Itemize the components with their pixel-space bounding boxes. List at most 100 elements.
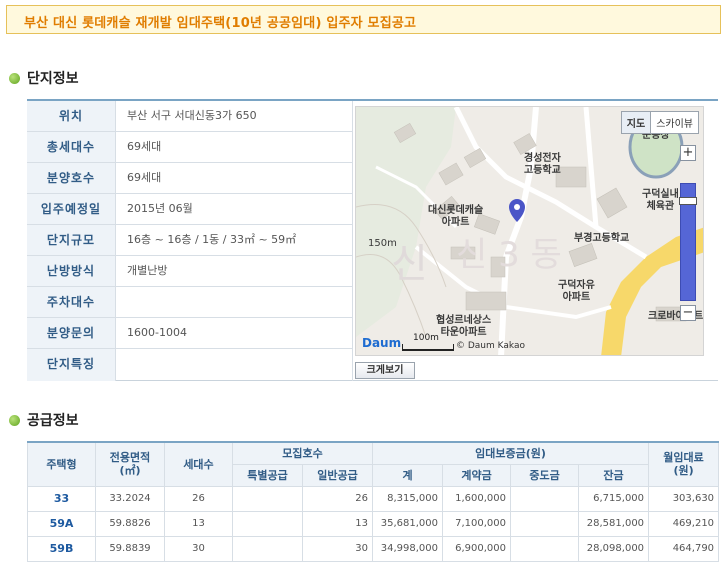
section-complex-header: 단지정보: [9, 68, 79, 88]
col-header-general: 일반공급: [301, 463, 374, 487]
cell-middle: [510, 535, 580, 562]
cell-balance: 6,715,000: [578, 485, 650, 512]
cell-type[interactable]: 59B: [27, 535, 96, 562]
table-row: 33 33.2024 26 26 8,315,000 1,600,000 6,7…: [27, 485, 720, 512]
info-label: 단지특징: [27, 349, 116, 381]
info-value: 부산 서구 서대신동3가 650: [127, 109, 257, 122]
col-header-units-group: 모집호수: [231, 441, 374, 465]
map-label-elevation: 150m: [368, 238, 397, 249]
info-label: 단지규모: [27, 225, 116, 255]
location-map[interactable]: 신 운동장 경성전자 고등학교 구덕실내 체육관 대신롯데캐슬 아파트 150m…: [355, 106, 704, 356]
info-label: 위치: [27, 101, 116, 131]
col-header-area: 전용면적 (㎡): [95, 441, 165, 487]
table-row: 59B 59.8839 30 30 34,998,000 6,900,000 2…: [27, 535, 720, 562]
map-label-dong: 신 3 동: [456, 235, 562, 275]
cell-special: [232, 535, 303, 562]
bullet-icon: [9, 72, 20, 84]
cell-balance: 28,581,000: [578, 510, 650, 537]
cell-monthly: 464,790: [648, 535, 720, 562]
cell-households: 26: [164, 485, 233, 512]
page-title: 부산 대신 롯데캐슬 재개발 임대주택(10년 공공임대) 입주자 모집공고: [24, 16, 417, 31]
daum-logo[interactable]: Daum: [362, 336, 401, 350]
info-value: 69세대: [127, 171, 162, 184]
supply-table: 주택형 전용면적 (㎡) 세대수 모집호수 임대보증금(원) 월임대료 (원) …: [27, 441, 720, 562]
info-row-scale: 단지규모 16층 ~ 16층 / 1동 / 33㎡ ~ 59㎡: [27, 225, 352, 256]
map-copyright: © Daum Kakao: [456, 341, 525, 351]
cell-special: [232, 510, 303, 537]
cell-area: 59.8826: [95, 510, 165, 537]
section-complex-title: 단지정보: [27, 71, 79, 87]
map-label-school1: 경성전자 고등학교: [524, 153, 561, 176]
zoom-in-button[interactable]: +: [680, 145, 696, 161]
cell-households: 13: [164, 510, 233, 537]
zoom-out-button[interactable]: −: [680, 305, 696, 321]
cell-contract: 1,600,000: [442, 485, 512, 512]
cell-total: 35,681,000: [372, 510, 444, 537]
map-label-apt2: 구덕자유 아파트: [558, 280, 595, 303]
info-label: 분양호수: [27, 163, 116, 193]
info-row-features: 단지특징: [27, 349, 352, 381]
col-header-deposit-group: 임대보증금(원): [372, 441, 650, 465]
cell-general: 26: [301, 485, 374, 512]
scale-bar: 100m: [402, 333, 454, 351]
map-type-toggle: 지도 스카이뷰: [620, 111, 699, 134]
map-label-apt-main: 대신롯데캐슬 아파트: [428, 205, 484, 228]
info-row-location: 위치 부산 서구 서대신동3가 650: [27, 101, 352, 132]
info-label: 분양문의: [27, 318, 116, 348]
info-value: 1600-1004: [127, 326, 187, 339]
col-header-special: 특별공급: [232, 463, 303, 487]
cell-area: 59.8839: [95, 535, 165, 562]
info-label: 난방방식: [27, 256, 116, 286]
info-row-units: 분양호수 69세대: [27, 163, 352, 194]
info-row-parking: 주차대수: [27, 287, 352, 318]
info-divider: [352, 101, 353, 381]
map-tab-skyview[interactable]: 스카이뷰: [651, 112, 698, 133]
scale-label: 100m: [413, 333, 439, 343]
info-value: 69세대: [127, 140, 162, 153]
map-tab-map[interactable]: 지도: [621, 112, 652, 133]
info-label: 주차대수: [27, 287, 116, 317]
cell-middle: [510, 510, 580, 537]
info-row-inquiry: 분양문의 1600-1004: [27, 318, 352, 349]
page-title-bar: 부산 대신 롯데캐슬 재개발 임대주택(10년 공공임대) 입주자 모집공고: [6, 5, 721, 34]
info-label: 입주예정일: [27, 194, 116, 224]
cell-balance: 28,098,000: [578, 535, 650, 562]
daum-logo-text: Daum: [362, 336, 402, 350]
enlarge-map-button[interactable]: 크게보기: [355, 362, 415, 379]
section-supply-header: 공급정보: [9, 410, 79, 430]
bullet-icon: [9, 414, 20, 426]
info-value: 16층 ~ 16층 / 1동 / 33㎡ ~ 59㎡: [127, 233, 297, 246]
col-header-contract: 계약금: [442, 463, 512, 487]
zoom-slider-handle[interactable]: [679, 197, 697, 205]
col-header-households: 세대수: [164, 441, 233, 487]
cell-households: 30: [164, 535, 233, 562]
map-label-apt3: 협성르네상스 타운아파트: [436, 315, 492, 338]
cell-total: 34,998,000: [372, 535, 444, 562]
cell-general: 13: [301, 510, 374, 537]
info-row-heating: 난방방식 개별난방: [27, 256, 352, 287]
col-header-monthly: 월임대료 (원): [648, 441, 720, 487]
col-header-type: 주택형: [27, 441, 96, 487]
cell-contract: 7,100,000: [442, 510, 512, 537]
col-header-total: 계: [372, 463, 444, 487]
section-supply-title: 공급정보: [27, 413, 79, 429]
cell-general: 30: [301, 535, 374, 562]
cell-type[interactable]: 59A: [27, 510, 96, 537]
map-label-school2: 부경고등학교: [574, 233, 630, 244]
map-label-gym: 구덕실내 체육관: [642, 189, 679, 212]
map-zoom-control: + −: [679, 145, 697, 325]
col-header-balance: 잔금: [578, 463, 650, 487]
cell-special: [232, 485, 303, 512]
cell-total: 8,315,000: [372, 485, 444, 512]
cell-middle: [510, 485, 580, 512]
info-value: 2015년 06월: [127, 202, 193, 215]
info-value: 개별난방: [127, 264, 168, 277]
map-scale: 100m: [402, 333, 458, 351]
cell-monthly: 303,630: [648, 485, 720, 512]
info-row-move-in: 입주예정일 2015년 06월: [27, 194, 352, 225]
cell-type[interactable]: 33: [27, 485, 96, 512]
cell-monthly: 469,210: [648, 510, 720, 537]
cell-area: 33.2024: [95, 485, 165, 512]
info-row-total-households: 총세대수 69세대: [27, 132, 352, 163]
col-header-middle: 중도금: [510, 463, 580, 487]
